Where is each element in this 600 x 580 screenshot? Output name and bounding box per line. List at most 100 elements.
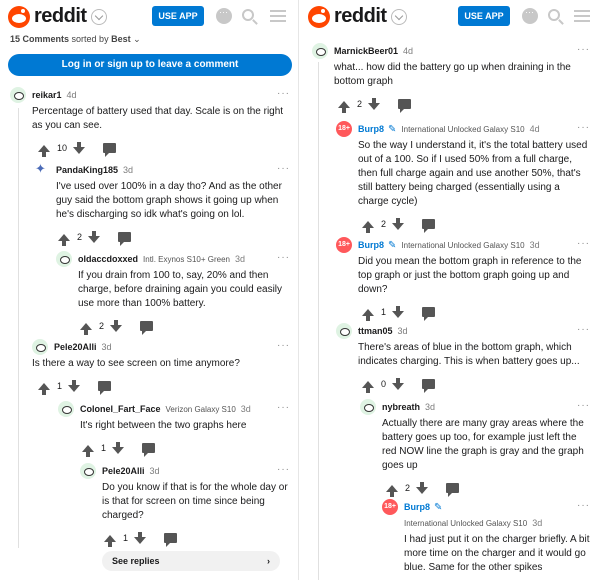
avatar[interactable]: [56, 251, 72, 267]
downvote-icon[interactable]: [392, 218, 405, 230]
upvote-icon[interactable]: [386, 484, 398, 497]
comment-body: Percentage of battery used that day. Sca…: [32, 106, 284, 131]
avatar[interactable]: [10, 87, 26, 103]
comment-time: 3d: [529, 240, 540, 250]
downvote-icon[interactable]: [112, 442, 125, 454]
downvote-icon[interactable]: [68, 380, 81, 392]
upvote-icon[interactable]: [362, 308, 374, 321]
menu-icon[interactable]: [270, 10, 286, 22]
downvote-icon[interactable]: [73, 142, 86, 154]
login-signup-button[interactable]: Log in or sign up to leave a comment: [8, 54, 292, 76]
more-options-icon[interactable]: ···: [577, 122, 590, 133]
chevron-down-icon[interactable]: [90, 8, 107, 25]
upvote-icon[interactable]: [38, 144, 50, 157]
reply-icon[interactable]: [398, 99, 412, 113]
comment-author[interactable]: nybreath: [382, 402, 420, 412]
downvote-icon[interactable]: [416, 482, 429, 494]
avatar[interactable]: [34, 161, 50, 178]
comment-author[interactable]: PandaKing185: [56, 165, 118, 175]
reply-icon[interactable]: [446, 483, 460, 497]
comment-time: 3d: [234, 254, 245, 264]
comment-author[interactable]: reikar1: [32, 90, 62, 100]
upvote-icon[interactable]: [338, 100, 350, 113]
more-options-icon[interactable]: ···: [277, 88, 290, 99]
comment: oldaccdoxxed Intl. Exynos S10+ Green 3d …: [56, 251, 290, 335]
vote-score: 1: [101, 443, 107, 453]
comment-author[interactable]: MarnickBeer01: [334, 46, 398, 56]
left-screenshot-panel: reddit USE APP 15 Comments sorted by Bes…: [4, 0, 296, 580]
more-options-icon[interactable]: ···: [277, 402, 290, 413]
more-options-icon[interactable]: ···: [577, 238, 590, 249]
comment-author[interactable]: Burp8: [358, 124, 384, 134]
comment-author[interactable]: Pele20Alli: [54, 342, 97, 352]
reply-icon[interactable]: [422, 379, 436, 393]
chat-icon[interactable]: [522, 7, 538, 24]
snoo-logo-icon: [8, 5, 30, 28]
downvote-icon[interactable]: [134, 532, 147, 544]
more-options-icon[interactable]: ···: [577, 324, 590, 335]
reply-icon[interactable]: [164, 533, 178, 547]
menu-icon[interactable]: [574, 10, 590, 22]
reddit-logo[interactable]: reddit: [308, 5, 407, 28]
comment-author[interactable]: Colonel_Fart_Face: [80, 404, 161, 414]
upvote-icon[interactable]: [104, 534, 116, 547]
chevron-down-icon[interactable]: [390, 8, 407, 25]
user-flair: International Unlocked Galaxy S10: [401, 124, 525, 134]
avatar[interactable]: [336, 323, 352, 339]
more-options-icon[interactable]: ···: [277, 340, 290, 351]
avatar[interactable]: 18+: [336, 237, 352, 253]
logo-text: reddit: [34, 5, 87, 27]
comment-author[interactable]: Pele20Alli: [102, 466, 145, 476]
comment-author[interactable]: Burp8: [358, 240, 384, 250]
reply-icon[interactable]: [422, 307, 436, 321]
upvote-icon[interactable]: [80, 322, 92, 335]
see-replies-button[interactable]: See replies ›: [102, 551, 280, 571]
downvote-icon[interactable]: [392, 378, 405, 390]
more-options-icon[interactable]: ···: [577, 44, 590, 55]
avatar[interactable]: [32, 339, 48, 355]
avatar[interactable]: [80, 463, 96, 479]
avatar[interactable]: 18+: [336, 121, 352, 137]
avatar[interactable]: 18+: [382, 499, 398, 515]
comment-count: 15 Comments: [10, 34, 70, 44]
comment-author[interactable]: ttman05: [358, 326, 393, 336]
reply-icon[interactable]: [118, 232, 132, 246]
reply-icon[interactable]: [98, 381, 112, 395]
comment-author[interactable]: oldaccdoxxed: [78, 254, 138, 264]
upvote-icon[interactable]: [362, 380, 374, 393]
comment-body: So the way I understand it, it's the tot…: [358, 140, 588, 207]
use-app-button[interactable]: USE APP: [152, 6, 204, 26]
more-options-icon[interactable]: ···: [277, 464, 290, 475]
downvote-icon[interactable]: [88, 231, 101, 243]
more-options-icon[interactable]: ···: [277, 163, 290, 174]
avatar[interactable]: [360, 399, 376, 415]
more-options-icon[interactable]: ···: [577, 500, 590, 511]
panel-divider: [298, 0, 299, 580]
reddit-logo[interactable]: reddit: [8, 5, 107, 28]
reply-icon[interactable]: [140, 321, 154, 335]
downvote-icon[interactable]: [110, 320, 123, 332]
upvote-icon[interactable]: [58, 233, 70, 246]
upvote-icon[interactable]: [82, 444, 94, 457]
downvote-icon[interactable]: [392, 306, 405, 318]
upvote-icon[interactable]: [362, 220, 374, 233]
search-icon[interactable]: [242, 9, 254, 21]
avatar[interactable]: [312, 43, 328, 59]
reply-icon[interactable]: [103, 143, 117, 157]
avatar[interactable]: [58, 401, 74, 417]
use-app-button[interactable]: USE APP: [458, 6, 510, 26]
more-options-icon[interactable]: ···: [577, 400, 590, 411]
chat-icon[interactable]: [216, 7, 232, 24]
more-options-icon[interactable]: ···: [277, 252, 290, 263]
upvote-icon[interactable]: [38, 382, 50, 395]
downvote-icon[interactable]: [368, 98, 381, 110]
comment-time: 3d: [149, 466, 160, 476]
reply-icon[interactable]: [422, 219, 436, 233]
reply-icon[interactable]: [142, 443, 156, 457]
search-icon[interactable]: [548, 9, 560, 21]
sort-bar: 15 Comments sorted by Best ⌄: [4, 32, 296, 46]
sort-dropdown[interactable]: Best: [111, 34, 131, 44]
chevron-down-icon[interactable]: ⌄: [133, 34, 141, 44]
moderator-pencil-icon: ✎: [434, 501, 443, 513]
comment-author[interactable]: Burp8: [404, 502, 430, 512]
